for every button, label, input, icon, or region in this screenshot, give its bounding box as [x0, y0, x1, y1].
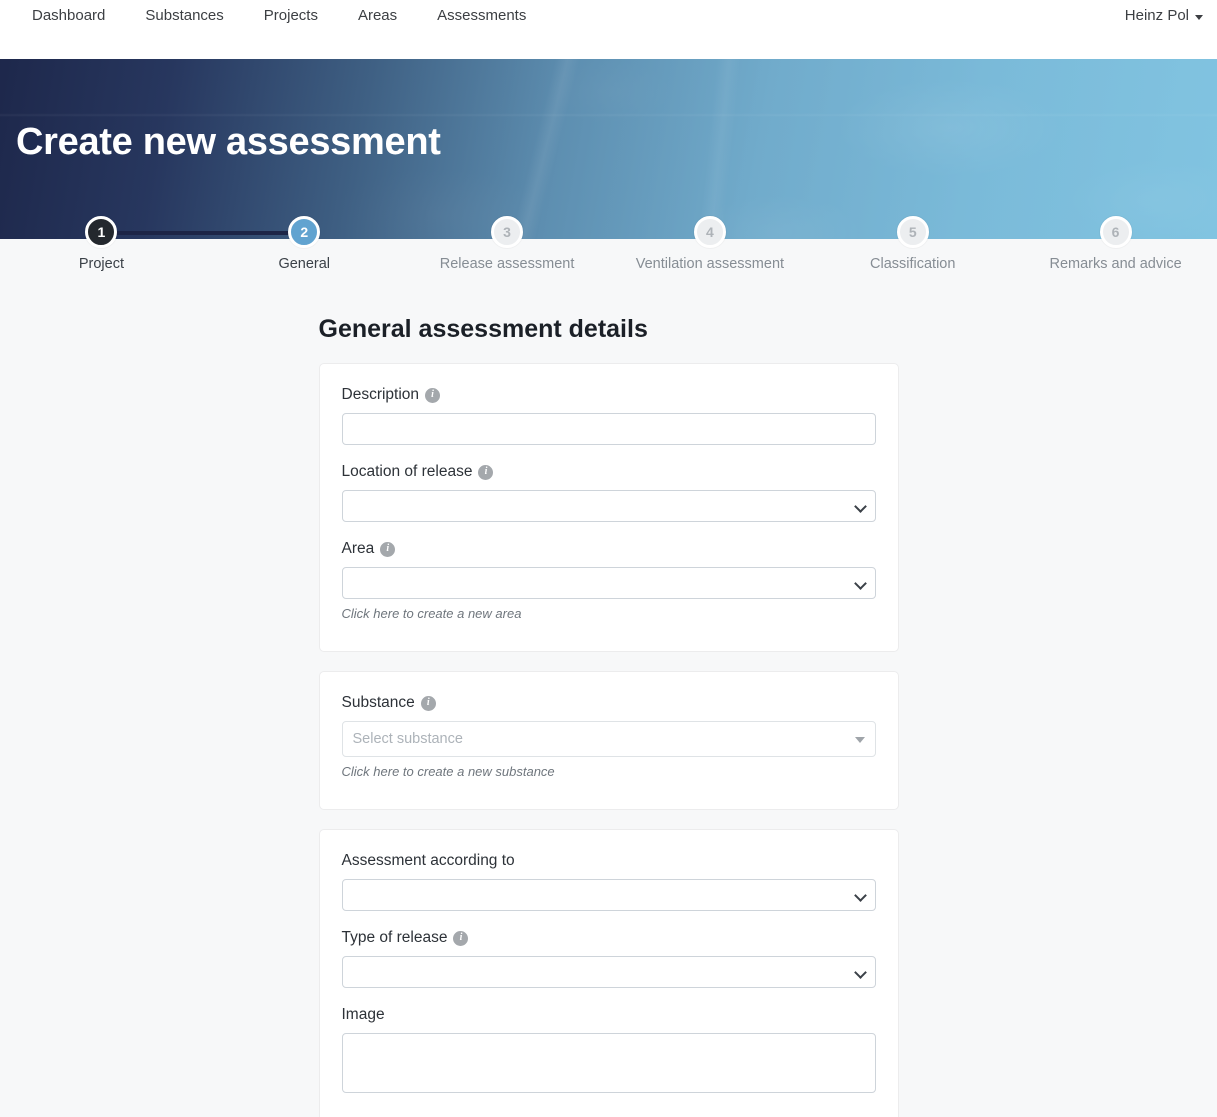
type-of-release-select-wrap	[341, 956, 876, 988]
caret-down-icon	[1195, 14, 1203, 20]
label-location-of-release-text: Location of release	[341, 463, 473, 480]
label-assessment-according-to: Assessment according to	[342, 852, 876, 870]
label-type-of-release: Type of release i	[342, 929, 876, 947]
step-1-circle: 1	[85, 216, 118, 248]
field-area: Area i Click here to create a new area	[341, 540, 876, 621]
card-substance: Substance i Select substance Click here …	[318, 671, 899, 810]
field-location-of-release: Location of release i	[341, 463, 876, 522]
step-4-label: Ventilation assessment	[635, 256, 785, 272]
step-2-general[interactable]: 2 General	[203, 216, 406, 272]
nav-link-projects[interactable]: Projects	[244, 6, 338, 26]
step-5-label: Classification	[870, 256, 956, 272]
user-menu-label: Heinz Pol	[1124, 7, 1189, 24]
field-image: Image	[341, 1006, 876, 1093]
label-location-of-release: Location of release i	[342, 463, 876, 481]
card-assessment-settings: Assessment according to Type of release …	[318, 829, 899, 1117]
field-assessment-according-to: Assessment according to	[341, 852, 876, 911]
label-assessment-according-to-text: Assessment according to	[341, 852, 515, 869]
create-new-substance-link[interactable]: Click here to create a new substance	[342, 764, 876, 779]
label-description-text: Description	[341, 386, 420, 403]
page-heading: Create new assessment	[16, 121, 441, 163]
nav-links: Dashboard Substances Projects Areas Asse…	[16, 6, 546, 26]
step-3-label: Release assessment	[439, 256, 575, 272]
label-image-text: Image	[341, 1006, 385, 1023]
image-upload-input[interactable]	[341, 1033, 876, 1093]
hero-banner: Create new assessment	[0, 59, 1217, 240]
nav-link-substances[interactable]: Substances	[125, 6, 243, 26]
top-navbar: Dashboard Substances Projects Areas Asse…	[0, 0, 1217, 59]
substance-placeholder: Select substance	[352, 731, 463, 747]
step-6-label: Remarks and advice	[1049, 256, 1182, 272]
step-1-label: Project	[78, 256, 124, 272]
label-type-of-release-text: Type of release	[341, 929, 448, 946]
description-input[interactable]	[341, 413, 876, 445]
substance-select[interactable]: Select substance	[341, 721, 876, 757]
label-image: Image	[342, 1006, 876, 1024]
step-5-circle: 5	[896, 216, 929, 248]
type-of-release-select[interactable]	[341, 956, 876, 988]
location-of-release-select-wrap	[341, 490, 876, 522]
label-substance: Substance i	[342, 694, 876, 712]
label-description: Description i	[342, 386, 876, 404]
create-new-area-link[interactable]: Click here to create a new area	[342, 606, 876, 621]
location-of-release-select[interactable]	[341, 490, 876, 522]
assessment-according-to-select-wrap	[341, 879, 876, 911]
info-icon[interactable]: i	[420, 695, 436, 711]
step-6-remarks-and-advice[interactable]: 6 Remarks and advice	[1014, 216, 1217, 272]
label-area: Area i	[342, 540, 876, 558]
section-title: General assessment details	[318, 315, 648, 343]
info-icon[interactable]: i	[380, 541, 396, 557]
nav-link-assessments[interactable]: Assessments	[417, 6, 546, 26]
area-select-wrap	[341, 567, 876, 599]
step-4-circle: 4	[693, 216, 726, 248]
field-type-of-release: Type of release i	[341, 929, 876, 988]
label-area-text: Area	[341, 540, 375, 557]
step-3-circle: 3	[491, 216, 524, 248]
step-6-circle: 6	[1099, 216, 1132, 248]
step-5-classification[interactable]: 5 Classification	[811, 216, 1014, 272]
field-substance: Substance i Select substance Click here …	[341, 694, 876, 779]
step-2-circle: 2	[288, 216, 321, 248]
step-4-ventilation-assessment[interactable]: 4 Ventilation assessment	[608, 216, 811, 272]
nav-link-areas[interactable]: Areas	[338, 6, 417, 26]
field-description: Description i	[341, 386, 876, 445]
info-icon[interactable]: i	[425, 387, 441, 403]
label-substance-text: Substance	[341, 694, 415, 711]
nav-link-dashboard[interactable]: Dashboard	[16, 6, 125, 26]
info-icon[interactable]: i	[453, 930, 469, 946]
card-general-details: Description i Location of release i Area…	[318, 363, 899, 652]
assessment-according-to-select[interactable]	[341, 879, 876, 911]
step-1-project[interactable]: 1 Project	[0, 216, 203, 272]
info-icon[interactable]: i	[478, 464, 494, 480]
main-content: General assessment details Description i…	[0, 299, 1217, 1117]
triangle-down-icon	[854, 737, 865, 743]
area-select[interactable]	[341, 567, 876, 599]
wizard-stepper: 1 Project 2 General 3 Release assessment…	[0, 216, 1217, 299]
step-2-label: General	[278, 256, 331, 272]
user-menu[interactable]: Heinz Pol	[1125, 6, 1203, 26]
step-3-release-assessment[interactable]: 3 Release assessment	[406, 216, 609, 272]
